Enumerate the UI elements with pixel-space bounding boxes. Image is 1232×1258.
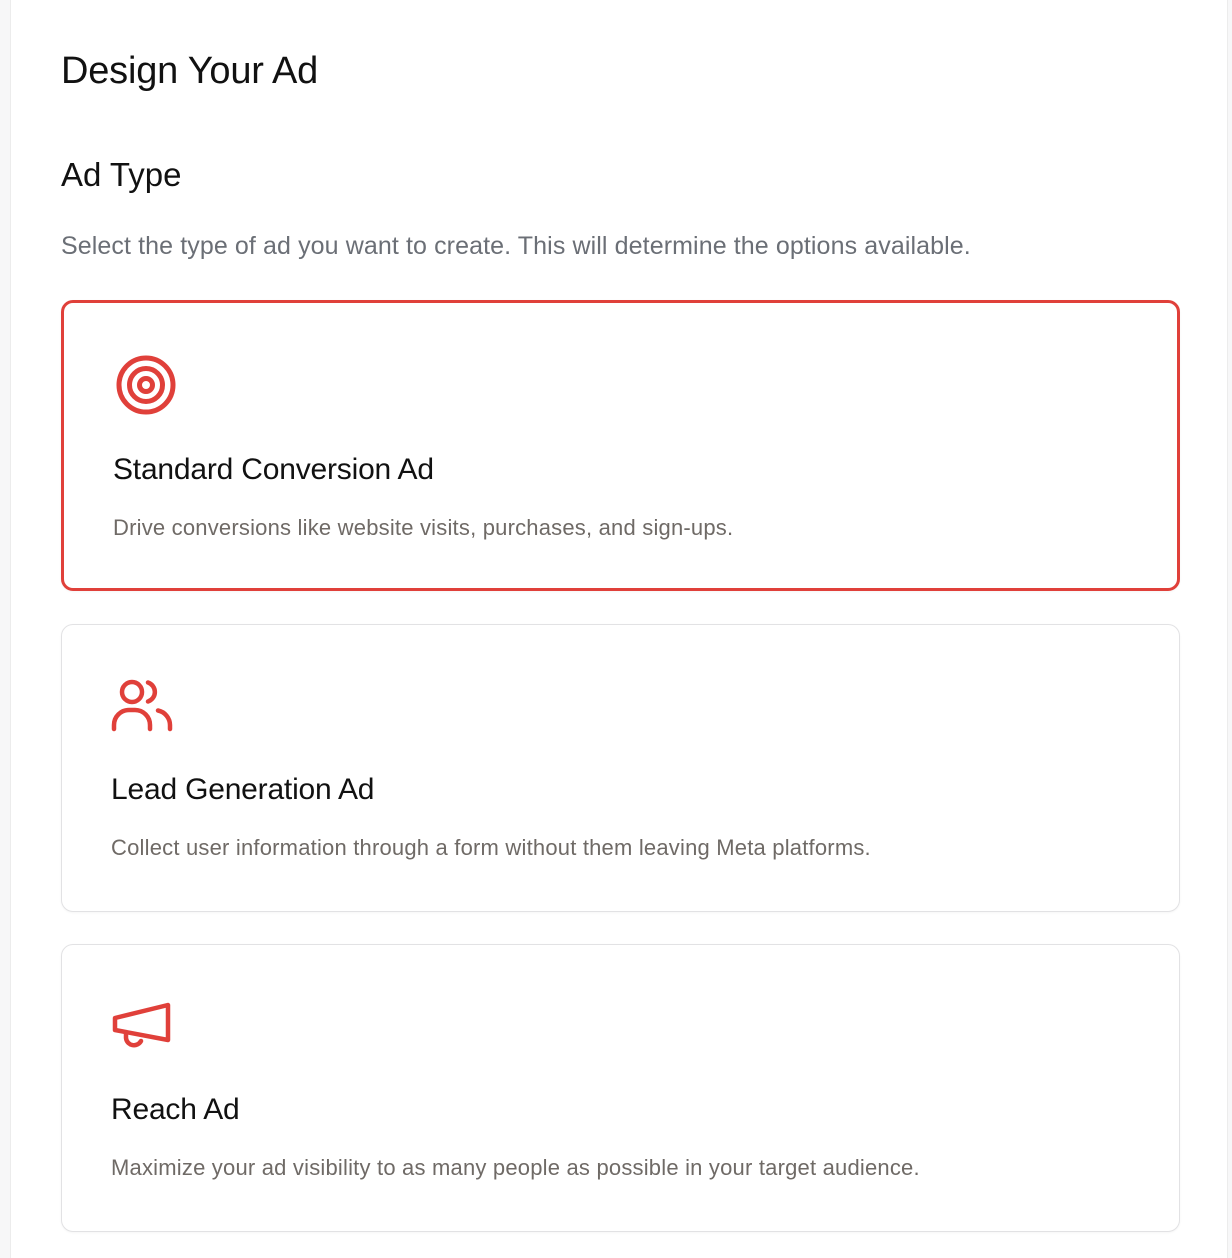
megaphone-icon <box>110 993 174 1057</box>
ad-type-card-lead-generation[interactable]: Lead Generation Ad Collect user informat… <box>61 624 1180 912</box>
ad-type-card-standard-conversion[interactable]: Standard Conversion Ad Drive conversions… <box>61 300 1180 591</box>
card-title: Reach Ad <box>111 1093 240 1126</box>
target-icon <box>114 353 178 417</box>
section-title-ad-type: Ad Type <box>61 156 182 193</box>
ad-type-card-reach[interactable]: Reach Ad Maximize your ad visibility to … <box>61 944 1180 1232</box>
card-description: Maximize your ad visibility to as many p… <box>111 1155 920 1180</box>
card-title: Standard Conversion Ad <box>113 453 434 486</box>
page-title: Design Your Ad <box>61 50 319 92</box>
section-description: Select the type of ad you want to create… <box>61 232 971 260</box>
card-title: Lead Generation Ad <box>111 773 375 806</box>
card-description: Collect user information through a form … <box>111 835 871 860</box>
users-icon <box>110 673 174 737</box>
design-ad-panel: Design Your Ad Ad Type Select the type o… <box>10 0 1228 1258</box>
card-description: Drive conversions like website visits, p… <box>113 515 734 540</box>
